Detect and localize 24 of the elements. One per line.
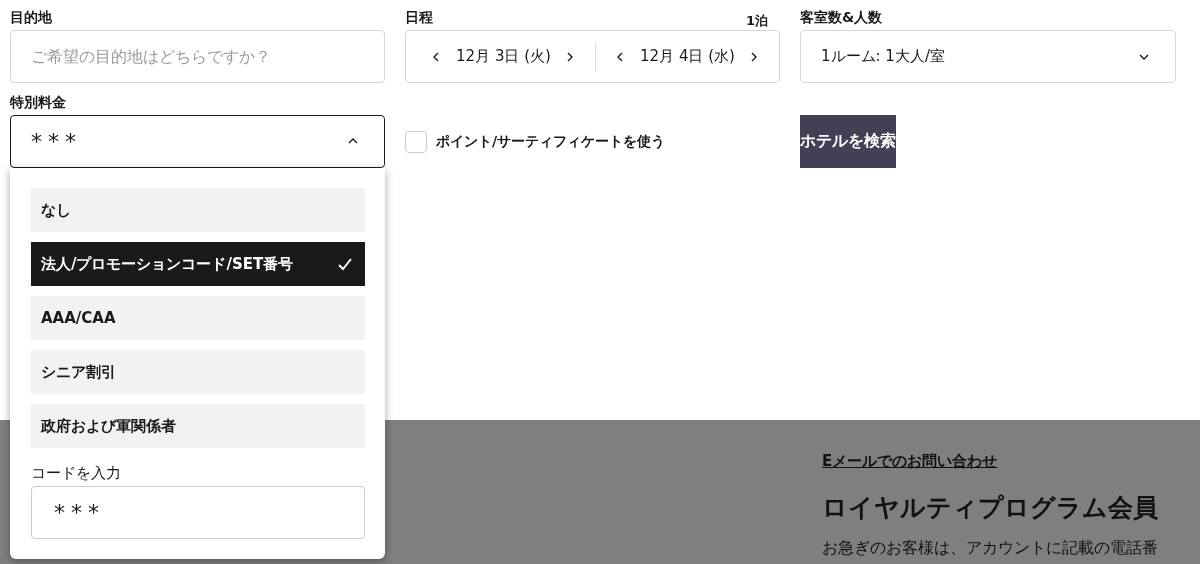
field-label: 目的地 (10, 8, 53, 27)
code-input-field[interactable]: *** (31, 486, 365, 539)
checkbox-label: ポイント/サーティフィケートを使う (436, 132, 666, 151)
section-heading: ロイヤルティプログラム会員 (822, 492, 1158, 524)
check-in-date: 12月 3日 (火) (456, 47, 551, 66)
check-out-date: 12月 4日 (水) (640, 47, 735, 66)
email-contact-link[interactable]: Eメールでのお問い合わせ (822, 451, 998, 471)
paragraph: お急ぎのお客様は、アカウントに記載の電話番 (822, 537, 1158, 559)
rate-option[interactable]: なし (31, 188, 365, 232)
field-label: 客室数&人数 (800, 8, 884, 27)
rate-option[interactable]: AAA/CAA (31, 296, 365, 340)
field-label: 特別料金 (10, 93, 67, 112)
check-icon (337, 256, 353, 272)
rate-option[interactable]: 政府および軍関係者 (31, 404, 365, 448)
checkbox[interactable] (405, 130, 427, 153)
rate-option[interactable]: シニア割引 (31, 350, 365, 394)
rooms-guests-dropdown[interactable]: 1ルーム: 1大人/室 (800, 30, 1176, 83)
code-label: コードを入力 (31, 464, 122, 483)
rate-option[interactable]: 法人/プロモーションコード/SET番号 (31, 242, 365, 286)
field-label: 日程 (405, 8, 433, 27)
destination-input-field[interactable]: ご希望の目的地はどちらですか？ (10, 30, 385, 83)
nights-count: 1泊 (745, 12, 768, 30)
search-hotels-button[interactable]: ホテルを検索 (800, 115, 896, 168)
special-rate-dropdown[interactable]: *** (10, 115, 385, 168)
